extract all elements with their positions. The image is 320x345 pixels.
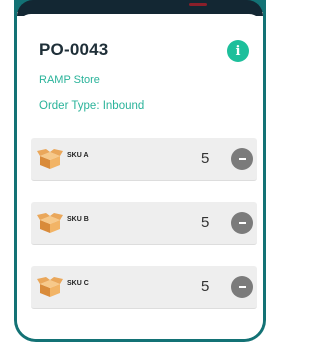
quantity: 5 (201, 278, 210, 295)
list-item: SKU C 5 (31, 266, 257, 309)
remove-button[interactable] (231, 276, 253, 298)
minus-icon (238, 158, 246, 160)
page-title: PO-0043 (39, 40, 109, 59)
remove-button[interactable] (231, 148, 253, 170)
quantity: 5 (201, 214, 210, 231)
sku-label: SKU B (67, 216, 89, 223)
order-type: Order Type: Inbound (39, 100, 145, 112)
status-indicator (189, 3, 207, 6)
box-icon (37, 149, 63, 169)
info-icon[interactable]: i (227, 40, 249, 62)
item-list: SKU A 5 SKU B 5 SKU C 5 (31, 138, 257, 330)
quantity: 5 (201, 150, 210, 167)
minus-icon (238, 222, 246, 224)
phone-frame: PO-0043 i RAMP Store Order Type: Inbound… (14, 0, 266, 342)
list-item: SKU B 5 (31, 202, 257, 245)
box-icon (37, 213, 63, 233)
sku-label: SKU C (67, 280, 89, 287)
store-name: RAMP Store (39, 74, 100, 86)
sku-label: SKU A (67, 152, 89, 159)
order-screen: PO-0043 i RAMP Store Order Type: Inbound… (17, 14, 263, 339)
box-icon (37, 277, 63, 297)
list-item: SKU A 5 (31, 138, 257, 181)
remove-button[interactable] (231, 212, 253, 234)
minus-icon (238, 286, 246, 288)
